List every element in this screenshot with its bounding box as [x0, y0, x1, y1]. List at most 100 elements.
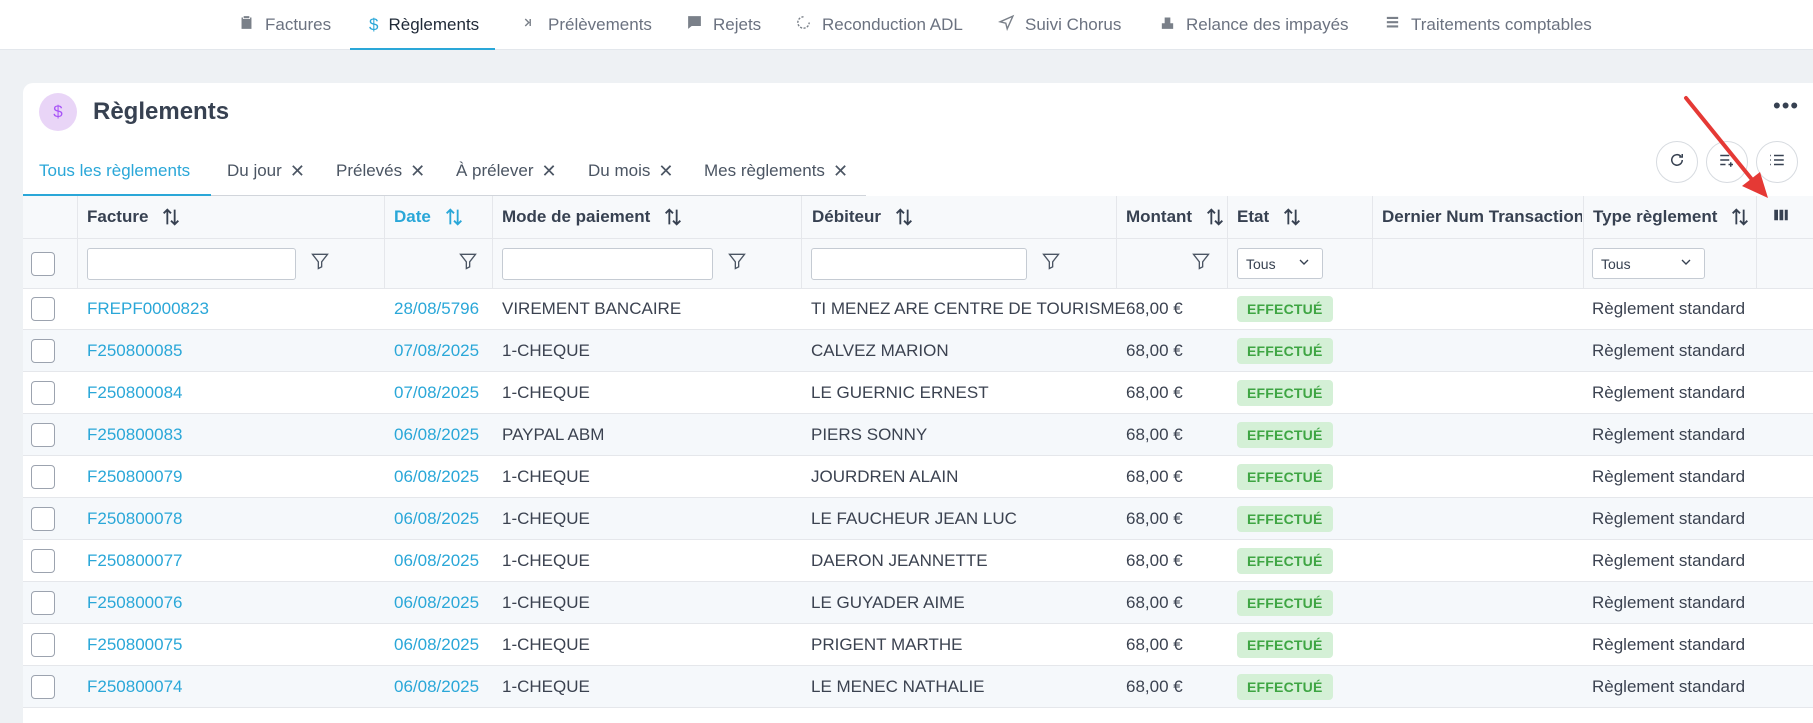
cell-facture[interactable]: F250800084 — [87, 372, 182, 413]
cell-date[interactable]: 06/08/2025 — [394, 456, 479, 497]
cell-facture[interactable]: F250800074 — [87, 666, 182, 707]
filter-icon[interactable] — [1191, 251, 1211, 276]
tab-du-jour[interactable]: Du jour ✕ — [227, 145, 305, 197]
column-chooser-button[interactable] — [1766, 196, 1796, 238]
sort-icon[interactable] — [1204, 206, 1226, 228]
column-header-montant[interactable]: Montant — [1126, 196, 1246, 238]
cell-date[interactable]: 06/08/2025 — [394, 624, 479, 665]
sort-icon[interactable] — [662, 206, 684, 228]
cell-facture[interactable]: F250800077 — [87, 540, 182, 581]
cell-value[interactable]: FREPF0000823 — [87, 299, 209, 319]
add-filter-button[interactable] — [1706, 141, 1748, 183]
nav-tab-reconduction-adl[interactable]: Reconduction ADL — [795, 0, 963, 50]
cell-value[interactable]: F250800079 — [87, 467, 182, 487]
nav-tab-reglements[interactable]: $ Règlements — [349, 0, 496, 50]
column-header-type-reglement[interactable]: Type règlement — [1593, 196, 1768, 238]
sort-icon[interactable] — [893, 206, 915, 228]
sort-icon[interactable] — [160, 206, 182, 228]
mode-paiement-filter-input[interactable] — [502, 247, 713, 280]
column-header-mode-paiement[interactable]: Mode de paiement — [502, 196, 802, 238]
row-checkbox[interactable] — [31, 422, 55, 447]
table-row[interactable]: FREPF0000823 28/08/5796 VIREMENT BANCAIRE T… — [23, 289, 1813, 330]
cell-date[interactable]: 07/08/2025 — [394, 330, 479, 371]
cell-value[interactable]: 06/08/2025 — [394, 677, 479, 697]
cell-value[interactable]: 06/08/2025 — [394, 509, 479, 529]
column-header-date[interactable]: Date — [394, 196, 494, 238]
type-reglement-filter-select[interactable]: Tous — [1592, 248, 1705, 279]
filter-icon[interactable] — [458, 251, 478, 276]
sort-icon[interactable] — [1281, 206, 1303, 228]
cell-facture[interactable]: F250800085 — [87, 330, 182, 371]
cell-value[interactable]: F250800074 — [87, 677, 182, 697]
cell-value[interactable]: F250800075 — [87, 635, 182, 655]
cell-date[interactable]: 06/08/2025 — [394, 582, 479, 623]
filter-icon[interactable] — [727, 251, 747, 276]
cell-value[interactable]: F250800077 — [87, 551, 182, 571]
row-checkbox[interactable] — [31, 590, 55, 615]
table-row[interactable]: F250800079 06/08/2025 1-CHEQUE JOURDREN ALA… — [23, 456, 1813, 498]
nav-tab-suivi-chorus[interactable]: Suivi Chorus — [997, 0, 1121, 50]
close-icon[interactable]: ✕ — [541, 161, 556, 182]
cell-date[interactable]: 06/08/2025 — [394, 498, 479, 539]
debiteur-filter-input[interactable] — [811, 247, 1027, 280]
close-icon[interactable]: ✕ — [410, 161, 425, 182]
cell-facture[interactable]: F250800083 — [87, 414, 182, 455]
etat-filter-select[interactable]: Tous — [1237, 248, 1323, 279]
cell-date[interactable]: 06/08/2025 — [394, 414, 479, 455]
tab-mes-reglements[interactable]: Mes règlements ✕ — [704, 145, 848, 197]
nav-tab-traitements-comptables[interactable]: Traitements comptables — [1384, 0, 1592, 50]
table-row[interactable]: F250800085 07/08/2025 1-CHEQUE CALVEZ MARIO… — [23, 330, 1813, 372]
cell-value[interactable]: F250800078 — [87, 509, 182, 529]
cell-value[interactable]: F250800084 — [87, 383, 182, 403]
list-view-button[interactable] — [1756, 141, 1798, 183]
nav-tab-rejets[interactable]: Rejets — [686, 0, 761, 50]
cell-value[interactable]: 06/08/2025 — [394, 467, 479, 487]
table-row[interactable]: F250800076 06/08/2025 1-CHEQUE LE GUYADER A… — [23, 582, 1813, 624]
refresh-button[interactable] — [1656, 141, 1698, 183]
table-row[interactable]: F250800074 06/08/2025 1-CHEQUE LE MENEC NAT… — [23, 666, 1813, 708]
filter-icon[interactable] — [1041, 251, 1061, 276]
row-checkbox[interactable] — [31, 506, 55, 531]
close-icon[interactable]: ✕ — [290, 161, 305, 182]
column-header-dernier-num-transaction[interactable]: Dernier Num Transaction — [1382, 196, 1582, 238]
cell-facture[interactable]: F250800075 — [87, 624, 182, 665]
tab-tous-les-reglements[interactable]: Tous les règlements — [39, 145, 190, 197]
cell-value[interactable]: F250800076 — [87, 593, 182, 613]
cell-value[interactable]: 06/08/2025 — [394, 425, 479, 445]
row-checkbox[interactable] — [31, 464, 55, 489]
filter-icon[interactable] — [310, 251, 330, 276]
table-row[interactable]: F250800077 06/08/2025 1-CHEQUE DAERON JEANN… — [23, 540, 1813, 582]
tab-a-prelever[interactable]: À prélever ✕ — [456, 145, 557, 197]
nav-tab-factures[interactable]: Factures — [238, 0, 331, 50]
cell-value[interactable]: 07/08/2025 — [394, 341, 479, 361]
row-checkbox[interactable] — [31, 380, 55, 405]
row-checkbox[interactable] — [31, 548, 55, 573]
select-all-checkbox[interactable] — [31, 251, 55, 276]
cell-facture[interactable]: F250800078 — [87, 498, 182, 539]
row-checkbox[interactable] — [31, 297, 55, 321]
more-options-button[interactable]: ••• — [1773, 95, 1799, 117]
column-header-debiteur[interactable]: Débiteur — [812, 196, 1112, 238]
nav-tab-prelevements[interactable]: Prélèvements — [521, 0, 652, 50]
row-checkbox[interactable] — [31, 632, 55, 657]
cell-facture[interactable]: FREPF0000823 — [87, 289, 209, 329]
table-row[interactable]: F250800075 06/08/2025 1-CHEQUE PRIGENT MART… — [23, 624, 1813, 666]
row-checkbox[interactable] — [31, 338, 55, 363]
cell-value[interactable]: 06/08/2025 — [394, 551, 479, 571]
facture-filter-input[interactable] — [87, 247, 296, 280]
cell-date[interactable]: 06/08/2025 — [394, 666, 479, 707]
cell-value[interactable]: F250800085 — [87, 341, 182, 361]
cell-date[interactable]: 07/08/2025 — [394, 372, 479, 413]
tab-du-mois[interactable]: Du mois ✕ — [588, 145, 673, 197]
row-checkbox[interactable] — [31, 674, 55, 699]
cell-value[interactable]: 06/08/2025 — [394, 593, 479, 613]
cell-facture[interactable]: F250800079 — [87, 456, 182, 497]
cell-value[interactable]: 28/08/5796 — [394, 299, 479, 319]
column-header-etat[interactable]: Etat — [1237, 196, 1367, 238]
cell-value[interactable]: 07/08/2025 — [394, 383, 479, 403]
sort-icon[interactable] — [1729, 206, 1751, 228]
nav-tab-relance-impayes[interactable]: Relance des impayés — [1159, 0, 1349, 50]
close-icon[interactable]: ✕ — [658, 161, 673, 182]
close-icon[interactable]: ✕ — [833, 161, 848, 182]
table-row[interactable]: F250800078 06/08/2025 1-CHEQUE LE FAUCHEUR … — [23, 498, 1813, 540]
